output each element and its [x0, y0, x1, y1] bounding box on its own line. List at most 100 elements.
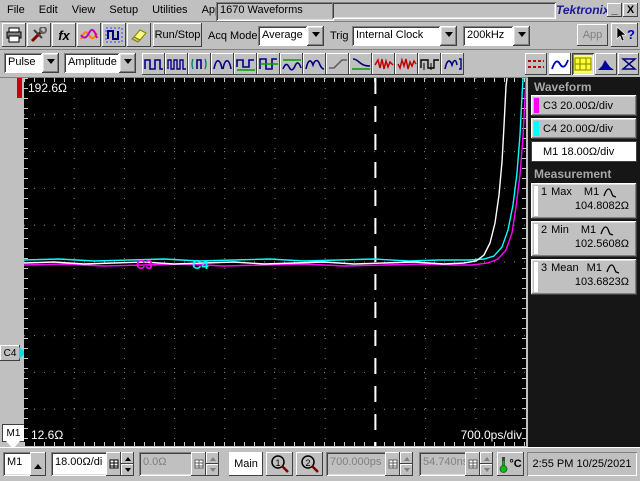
acq-mode-select[interactable]: Average	[258, 26, 324, 46]
graticule-toggle-button[interactable]	[572, 53, 594, 75]
meas-mid-button[interactable]	[257, 53, 280, 75]
menu-file[interactable]: File	[0, 0, 32, 21]
measurement-button-mean[interactable]: 3 Mean M1 103.6823Ω	[531, 259, 637, 295]
menu-setup[interactable]: Setup	[102, 0, 145, 21]
trig-label: Trig	[330, 30, 349, 42]
context-help-button[interactable]: ?	[611, 23, 638, 47]
measurement-value: 104.8082Ω	[574, 200, 629, 212]
vertical-scale-field[interactable]: 18.00Ω/di	[51, 452, 134, 476]
run-stop-button[interactable]: Run/Stop	[153, 23, 202, 47]
waveform-button-m1[interactable]: M1 18.00Ω/div	[531, 141, 637, 162]
setup-tools-button[interactable]	[27, 23, 51, 47]
pulse-glyph-icon	[606, 264, 620, 274]
meas-ramp-button[interactable]	[326, 53, 349, 75]
measurement-value: 102.5608Ω	[574, 238, 629, 250]
meas-max-button[interactable]	[211, 53, 234, 75]
vertical-scale-spinner[interactable]	[121, 452, 134, 476]
menu-view[interactable]: View	[65, 0, 103, 21]
cursors-button[interactable]	[525, 53, 547, 75]
c4-scale-label: C4 20.00Ω/div	[543, 122, 613, 135]
measurement-source: M1	[586, 262, 602, 274]
tools-icon	[30, 27, 47, 43]
meas-topline-button[interactable]	[280, 53, 303, 75]
keypad-icon	[388, 459, 397, 469]
eraser-icon	[131, 29, 147, 43]
waveform-panel-header: Waveform	[534, 80, 592, 94]
acq-mode-value: Average	[258, 26, 307, 46]
app-button[interactable]: App	[577, 24, 608, 46]
trigger-level-marker[interactable]	[17, 78, 22, 98]
pulse-glyph-icon	[600, 226, 614, 236]
measure-category-select[interactable]: Amplitude	[64, 53, 136, 73]
trace-c3[interactable]	[24, 78, 526, 267]
waveform-selector-value: M1	[7, 456, 23, 468]
meas-noise-button[interactable]	[372, 53, 395, 75]
meas-peaks-button[interactable]	[303, 53, 326, 75]
horizontal-position-spinner[interactable]	[480, 452, 493, 476]
keypad-button[interactable]	[465, 452, 480, 476]
waveform-button-c3[interactable]: C3 20.00Ω/div	[531, 95, 637, 116]
cursors-icon	[528, 60, 544, 68]
waveform-selector-up-button[interactable]	[30, 452, 46, 476]
meas-settle-button[interactable]	[349, 53, 372, 75]
double-hump-icon	[304, 59, 324, 70]
measurement-button-min[interactable]: 2 Min M1 102.5608Ω	[531, 221, 637, 257]
c3-scale-label: C3 20.00Ω/div	[543, 99, 613, 112]
measurement-source: M1	[583, 186, 600, 198]
m1-reference-marker[interactable]: M1	[2, 424, 25, 442]
waveform-selector[interactable]: M1	[3, 452, 46, 476]
svg-text:2: 2	[305, 458, 310, 468]
pulse-select-button[interactable]	[102, 23, 126, 47]
spin-up-icon	[209, 454, 216, 461]
c3-trace-label: C3	[136, 257, 153, 272]
acq-mode-dropdown-button[interactable]	[307, 26, 324, 46]
sine-wave-icon	[551, 59, 569, 70]
vertical-offset-spinner[interactable]	[206, 452, 219, 476]
trigger-source-select[interactable]: Internal Clock	[352, 26, 457, 46]
histogram-button[interactable]	[595, 53, 617, 75]
signal-type-dropdown-button[interactable]	[42, 53, 59, 73]
vertical-offset-field[interactable]: 0.0Ω	[139, 452, 219, 476]
math-fx-button[interactable]: fx	[52, 23, 76, 47]
print-button[interactable]	[2, 23, 26, 47]
measurement-button-max[interactable]: 1 Max M1 104.8082Ω	[531, 183, 637, 219]
zoom1-button[interactable]: 1	[266, 452, 293, 476]
waveform-display[interactable]: C3 C4 192.6Ω 12.6Ω 700.0ps/div	[24, 78, 526, 446]
meas-delay-button[interactable]	[418, 53, 441, 75]
horizontal-scale-field[interactable]: 700.000ps	[326, 452, 413, 476]
menu-edit[interactable]: Edit	[32, 0, 65, 21]
square-wave-baseline-icon	[235, 59, 255, 71]
clock-rate-select[interactable]: 200kHz	[463, 26, 530, 46]
timebase-label: 700.0ps/div	[461, 428, 522, 442]
measure-category-dropdown-button[interactable]	[119, 53, 136, 73]
minimize-button[interactable]: _	[607, 3, 622, 17]
mask-test-button[interactable]	[618, 53, 639, 75]
menu-utilities[interactable]: Utilities	[145, 0, 194, 21]
close-button[interactable]: X	[623, 3, 638, 17]
trace-c4[interactable]	[24, 78, 524, 262]
horizontal-scale-spinner[interactable]	[400, 452, 413, 476]
timebase-main-button[interactable]: Main	[229, 452, 263, 476]
zoom2-button[interactable]: 2	[296, 452, 323, 476]
meas-amplitude-button[interactable]	[188, 53, 211, 75]
clock-rate-dropdown-button[interactable]	[513, 26, 530, 46]
trace-m1[interactable]	[24, 78, 508, 265]
horizontal-position-field[interactable]: 54.740ns	[419, 452, 493, 476]
meas-gated-wave-button[interactable]	[441, 53, 464, 75]
meas-min-button[interactable]	[234, 53, 257, 75]
keypad-button[interactable]	[191, 452, 206, 476]
waveform-display-button[interactable]	[549, 53, 571, 75]
c4-reference-marker[interactable]: C4	[0, 345, 20, 361]
keypad-button[interactable]	[106, 452, 121, 476]
waveform-button-c4[interactable]: C4 20.00Ω/div	[531, 118, 637, 139]
temperature-button[interactable]: °C	[497, 452, 524, 476]
clear-data-button[interactable]	[127, 23, 151, 47]
keypad-button[interactable]	[385, 452, 400, 476]
trigger-dropdown-button[interactable]	[440, 26, 457, 46]
help-pointer-icon: ?	[616, 26, 635, 42]
meas-jitter-button[interactable]	[395, 53, 418, 75]
waveform-database-button[interactable]	[77, 23, 101, 47]
meas-low-button[interactable]	[165, 53, 188, 75]
signal-type-select[interactable]: Pulse	[4, 53, 59, 73]
meas-high-button[interactable]	[142, 53, 165, 75]
